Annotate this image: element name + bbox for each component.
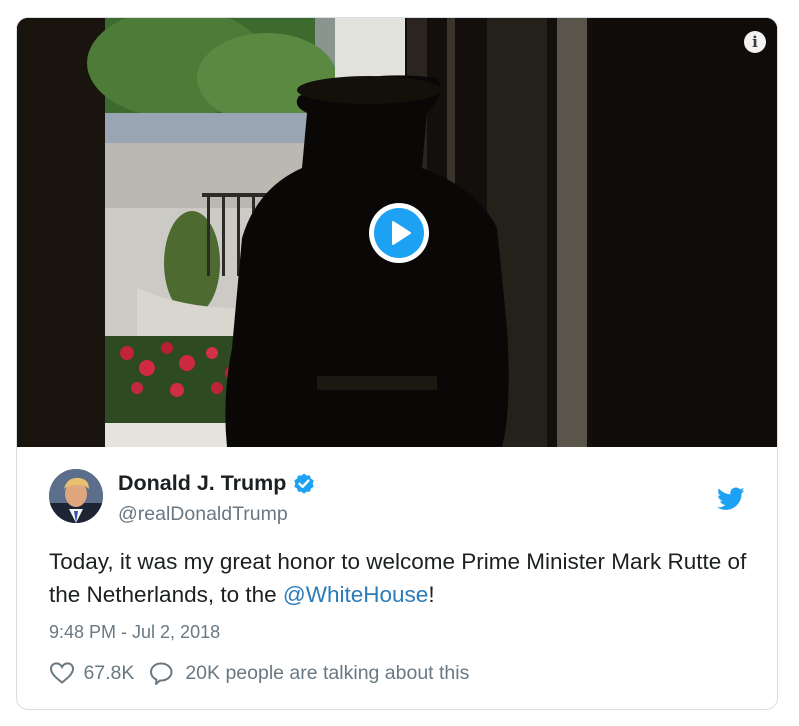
like-count: 67.8K	[83, 661, 135, 684]
author-handle[interactable]: @realDonaldTrump	[118, 503, 288, 526]
video-player[interactable]: i	[17, 18, 777, 447]
play-button[interactable]	[369, 203, 429, 263]
avatar[interactable]	[49, 469, 103, 523]
tweet-header: Donald J. Trump @realDonaldTrump	[17, 447, 777, 537]
display-name[interactable]: Donald J. Trump	[118, 471, 286, 495]
heart-icon	[49, 662, 75, 684]
info-button[interactable]: i	[744, 31, 766, 53]
tweet-timestamp[interactable]: 9:48 PM - Jul 2, 2018	[49, 622, 220, 643]
tweet-actions: 67.8K 20K people are talking about this	[49, 661, 469, 691]
tweet-text-end: !	[428, 582, 435, 607]
avatar-image	[49, 469, 103, 523]
twitter-bird-icon[interactable]	[717, 487, 745, 511]
embedded-tweet-card: i Donald J. Trump @realDonaldTrump Today…	[16, 17, 778, 710]
mention-link[interactable]: @WhiteHouse	[283, 582, 428, 607]
verified-badge-icon	[292, 472, 316, 496]
info-icon: i	[752, 33, 758, 51]
tweet-text: Today, it was my great honor to welcome …	[49, 545, 749, 611]
speech-bubble-icon	[149, 662, 173, 685]
like-button[interactable]: 67.8K	[49, 661, 144, 685]
conversation-link[interactable]: 20K people are talking about this	[149, 661, 470, 685]
author-name-row[interactable]: Donald J. Trump	[118, 471, 316, 499]
talking-count: 20K people are talking about this	[185, 661, 470, 684]
play-button-circle	[374, 208, 424, 258]
play-icon	[392, 221, 411, 245]
